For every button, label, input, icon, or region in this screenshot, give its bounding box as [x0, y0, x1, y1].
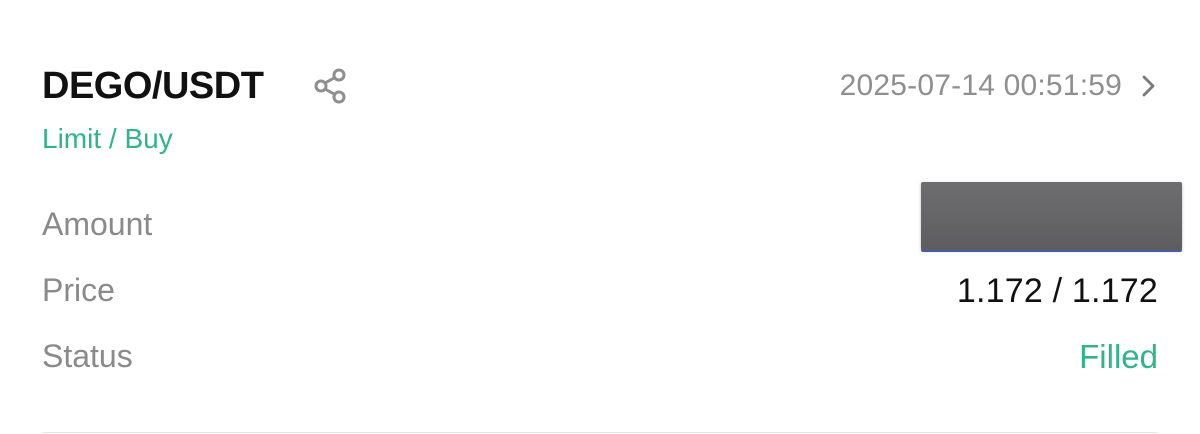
price-value: 1.172 / 1.172: [956, 272, 1158, 310]
divider: [42, 432, 1158, 433]
chevron-right-icon: [1142, 75, 1155, 97]
price-label: Price: [42, 272, 115, 308]
status-value: Filled: [1079, 338, 1158, 375]
status-label: Status: [42, 338, 133, 374]
amount-label: Amount: [42, 206, 153, 242]
timestamp-link[interactable]: 2025-07-14 00:51:59: [840, 66, 1158, 106]
order-card: DEGO/USDT 2025-07-14 00:51:59 Limit / Bu…: [0, 0, 1200, 434]
share-icon[interactable]: [312, 67, 350, 105]
pair-title: DEGO/USDT: [42, 65, 264, 107]
amount-redaction: [921, 182, 1182, 250]
order-timestamp: 2025-07-14 00:51:59: [839, 69, 1122, 102]
order-type: Limit / Buy: [42, 123, 173, 154]
